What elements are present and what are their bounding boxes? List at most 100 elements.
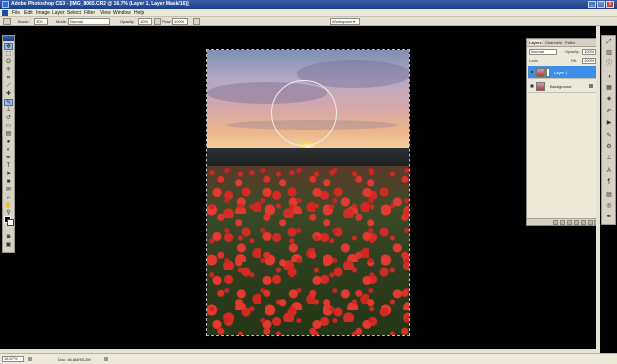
visibility-eye-icon[interactable] [530,70,534,74]
crop-tool-icon[interactable]: ⌗ [4,75,13,82]
quick-select-tool-icon[interactable]: ⁜ [4,67,13,74]
menu-image[interactable]: Image [36,10,50,16]
quick-mask-icon[interactable]: ◙ [4,234,13,241]
flow-input[interactable]: 100% [172,18,188,25]
healing-tool-icon[interactable]: ✚ [4,91,13,98]
brushes-icon[interactable]: ✎ [605,133,613,140]
minimize-button[interactable]: _ [588,1,596,8]
photoshop-app-icon [2,1,9,8]
layers-panel-tabs: Layers Channels Paths [527,39,599,47]
clone-stamp-tool-icon[interactable]: ⊥ [4,107,13,114]
toolbox-header [3,36,14,41]
eraser-tool-icon[interactable]: ▭ [4,123,13,130]
shape-tool-icon[interactable]: ■ [4,179,13,186]
navigator-icon[interactable]: ⤢ [605,39,613,46]
clone-source-icon[interactable]: ⊥ [605,155,613,162]
brush-tool-icon[interactable]: ✎ [4,99,13,106]
opacity-label: Opacity: [120,19,135,24]
menu-view[interactable]: View [100,10,111,16]
layer-opacity-input[interactable]: 100% [582,49,596,55]
menu-bar: File Edit Image Layer Select Filter View… [0,9,617,17]
menu-help[interactable]: Help [134,10,144,16]
new-group-icon[interactable] [581,220,586,225]
histogram-icon[interactable]: ▥ [605,50,613,57]
poppy-field [207,166,409,335]
opacity-label: Opacity: [565,49,580,54]
maximize-button[interactable]: □ [597,1,605,8]
slice-tool-icon[interactable]: ⟋ [4,83,13,90]
airbrush-toggle-icon[interactable] [154,18,161,25]
layer-style-icon[interactable] [560,220,565,225]
character-icon[interactable]: A [605,168,613,175]
adjustment-layer-icon[interactable] [574,220,579,225]
swatches-icon[interactable]: ▦ [605,85,613,92]
tab-channels[interactable]: Channels [545,40,562,45]
mode-label: Mode: [56,19,68,24]
history-icon[interactable]: ↶ [605,109,613,116]
background-color-swatch[interactable] [7,219,14,226]
menu-window[interactable]: Window [113,10,131,16]
dodge-tool-icon[interactable]: ◐ [4,147,13,154]
actions-icon[interactable]: ▶ [605,120,613,127]
zoom-level-field[interactable]: 16.67% [2,356,24,362]
menu-select[interactable]: Select [67,10,81,16]
color-icon[interactable]: ◑ [605,74,613,81]
tool-preset-picker[interactable] [3,18,11,25]
layer-row-background[interactable]: Background [528,80,598,93]
channels-icon[interactable]: ◎ [605,203,613,210]
toolbox: ✥ ⬚ ʘ ⁜ ⌗ ⟋ ✚ ✎ ⊥ ↺ ▭ ▤ ● ◐ ✒ T ➤ ■ ✉ ⌐ … [2,35,15,253]
paths-icon[interactable]: ✒ [605,214,613,221]
styles-icon[interactable]: ◈ [605,96,613,103]
path-select-tool-icon[interactable]: ➤ [4,171,13,178]
history-brush-tool-icon[interactable]: ↺ [4,115,13,122]
workspace-menu[interactable]: Workspace ▾ [330,18,360,25]
brush-label: Brush: [18,19,30,24]
tab-paths[interactable]: Paths [565,40,575,45]
add-mask-icon[interactable] [567,220,572,225]
menu-file[interactable]: File [12,10,20,16]
doc-size-info: Doc: 46.6M/93.2M [58,357,91,362]
tool-presets-icon[interactable]: ⚙ [605,144,613,151]
opacity-input[interactable]: 10% [138,18,152,25]
layer-name: Layer 1 [554,70,568,75]
window-title: Adobe Photoshop CS3 - [IMG_8065.CR2 @ 16… [11,1,189,7]
menu-edit[interactable]: Edit [24,10,33,16]
screen-mode-icon[interactable]: ▣ [4,242,13,249]
type-tool-icon[interactable]: T [4,163,13,170]
visibility-eye-icon[interactable] [530,84,534,88]
status-next-arrow-icon[interactable] [104,357,108,361]
mode-select[interactable]: Normal [68,18,110,25]
marquee-tool-icon[interactable]: ⬚ [4,51,13,58]
airbrush-icon[interactable] [193,18,200,25]
lock-label: Lock: [529,58,539,63]
layer-row-layer-1[interactable]: Layer 1 [528,66,598,79]
hand-tool-icon[interactable]: ✋ [4,203,13,210]
blend-mode-select[interactable]: Normal [529,49,557,55]
paragraph-icon[interactable]: ¶ [605,179,613,186]
layer-comps-icon[interactable]: ▤ [605,192,613,199]
hill-silhouette [207,148,409,166]
menu-filter[interactable]: Filter [84,10,95,16]
move-tool-icon[interactable]: ✥ [4,43,13,50]
brush-size-picker[interactable]: 300 [34,18,48,25]
blur-tool-icon[interactable]: ● [4,139,13,146]
close-button[interactable]: x [606,1,614,8]
vertical-scrollbar[interactable] [596,26,600,353]
fill-input[interactable]: 100% [582,58,596,64]
tab-layers[interactable]: Layers [529,40,542,45]
info-icon[interactable]: ⓘ [605,61,613,68]
eyedropper-tool-icon[interactable]: ⌐ [4,195,13,202]
document-canvas[interactable] [206,49,410,336]
notes-tool-icon[interactable]: ✉ [4,187,13,194]
status-menu-arrow-icon[interactable] [28,357,32,361]
new-layer-icon[interactable] [588,220,593,225]
layer-name: Background [550,84,572,89]
layer-thumbnail [536,82,545,91]
pen-tool-icon[interactable]: ✒ [4,155,13,162]
gradient-tool-icon[interactable]: ▤ [4,131,13,138]
lasso-tool-icon[interactable]: ʘ [4,59,13,66]
menu-layer[interactable]: Layer [52,10,65,16]
layer-mask-thumbnail[interactable] [546,68,550,77]
link-layers-icon[interactable] [553,220,558,225]
panel-dock-strip: ⤢ ▥ ⓘ ◑ ▦ ◈ ↶ ▶ ✎ ⚙ ⊥ A ¶ ▤ ◎ ✒ [601,35,616,225]
